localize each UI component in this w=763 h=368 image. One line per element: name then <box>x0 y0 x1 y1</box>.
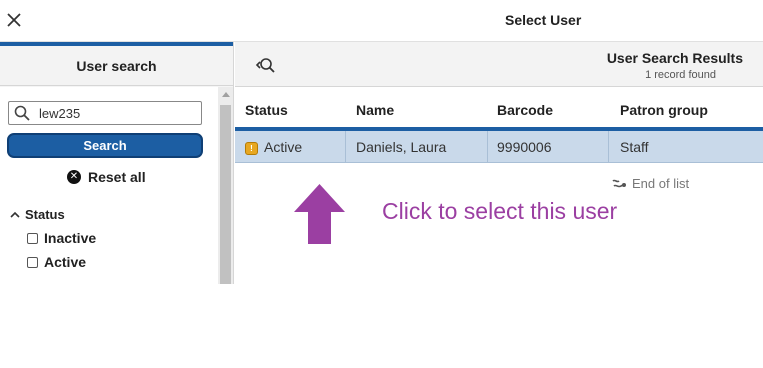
table-row[interactable]: ! Active Daniels, Laura 9990006 Staff <box>235 131 763 163</box>
checkbox[interactable] <box>27 256 38 268</box>
annotation-text: Click to select this user <box>382 198 618 224</box>
status-warning-icon: ! <box>245 141 258 155</box>
results-title: User Search Results <box>606 50 743 66</box>
filter-inactive-checkbox[interactable]: Inactive <box>27 230 96 246</box>
results-header: User Search Results 1 record found <box>235 42 763 87</box>
scroll-thumb[interactable] <box>220 105 231 284</box>
collapse-search-icon[interactable] <box>252 55 278 75</box>
search-field[interactable] <box>8 101 202 125</box>
scrollbar[interactable] <box>218 87 233 284</box>
filter-active-checkbox[interactable]: Active <box>27 254 86 270</box>
column-header-patron-group[interactable]: Patron group <box>620 102 708 118</box>
status-filter-label: Status <box>25 207 65 222</box>
filter-inactive-label: Inactive <box>44 230 97 246</box>
reset-all-label: Reset all <box>88 169 146 185</box>
column-divider <box>487 131 488 163</box>
column-divider <box>608 131 609 163</box>
checkbox[interactable] <box>27 232 38 244</box>
search-button[interactable]: Search <box>7 133 203 158</box>
modal-title-text: Select User <box>505 12 582 28</box>
results-pane: User Search Results 1 record found Statu… <box>235 42 763 284</box>
reset-all-button[interactable]: ✕ Reset all <box>67 168 146 186</box>
end-of-list-icon <box>612 179 626 187</box>
table-header: Status Name Barcode Patron group <box>235 88 763 127</box>
search-input[interactable] <box>39 104 195 122</box>
close-icon[interactable] <box>5 11 23 29</box>
filter-active-label: Active <box>44 254 87 270</box>
cell-patron-group: Staff <box>620 139 649 155</box>
chevron-up-icon <box>10 211 20 218</box>
column-divider <box>345 131 346 163</box>
column-header-barcode[interactable]: Barcode <box>497 102 553 118</box>
end-of-list-label: End of list <box>632 176 690 191</box>
up-arrow-icon <box>294 184 345 244</box>
search-icon <box>14 105 30 121</box>
cell-status: ! Active <box>245 131 302 163</box>
cell-name: Daniels, Laura <box>356 139 447 155</box>
scroll-up-arrow-icon[interactable] <box>222 92 230 97</box>
x-circle-icon: ✕ <box>67 170 81 184</box>
modal-header: Select User <box>0 0 763 42</box>
status-filter-toggle[interactable]: Status <box>9 207 65 222</box>
end-of-list: End of list <box>611 176 689 191</box>
column-header-name[interactable]: Name <box>356 102 394 118</box>
cell-barcode: 9990006 <box>497 139 552 155</box>
status-text: Active <box>264 139 303 155</box>
results-count: 1 record found <box>645 69 716 81</box>
column-header-status[interactable]: Status <box>245 102 288 118</box>
search-pane-title: User search <box>0 42 233 86</box>
search-filter-pane: User search Search ✕ Reset all Status In… <box>0 42 234 284</box>
